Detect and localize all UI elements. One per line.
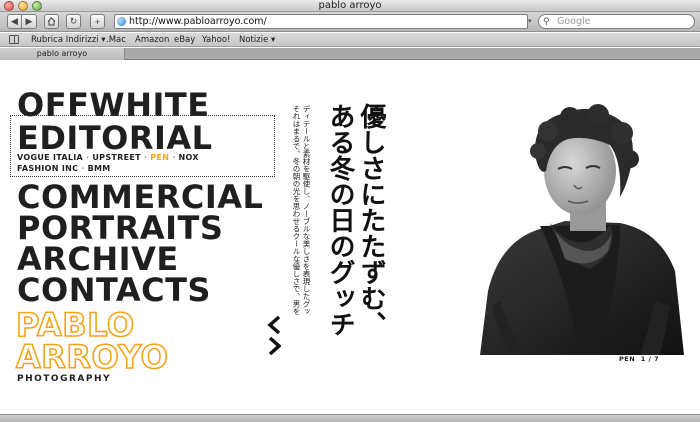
address-bar[interactable]: http://www.pabloarroyo.com/ (114, 14, 528, 29)
toolbar: ◀ ▶ ↻ + http://www.pabloarroyo.com/ ▾ ⚲ … (0, 12, 700, 32)
japanese-headline-1: 優しさにたたずむ、 (356, 103, 386, 337)
japanese-headline-2: ある冬の日のグッチ (325, 103, 355, 337)
back-arrow-icon: ◀ (11, 16, 18, 26)
sub-upstreet[interactable]: UPSTREET (92, 153, 141, 162)
bookmark-mac[interactable]: .Mac (106, 33, 126, 47)
address-dropdown-icon[interactable]: ▾ (528, 14, 536, 29)
page-indicator: PEN 1 / 7 (619, 355, 659, 363)
nav-contacts[interactable]: CONTACTS (17, 274, 211, 306)
japanese-body-2: それはまるで、冬の朝の光を思わせるクールな優しさで、男を心地よく包みこむ。 (292, 105, 301, 315)
sub-vogue-italia[interactable]: VOGUE ITALIA (17, 153, 83, 162)
sub-fashion-inc[interactable]: FASHION INC (17, 164, 78, 173)
web-content: OFFWHITE EDITORIAL VOGUE ITALIA · UPSTREET… (0, 61, 700, 414)
separator-dot: · (143, 153, 148, 162)
title-bar: pablo arroyo (0, 0, 700, 12)
plus-icon: + (94, 16, 101, 27)
reload-button[interactable]: ↻ (66, 14, 81, 29)
page-indicator-label: PEN (619, 355, 636, 363)
home-button[interactable] (44, 14, 59, 29)
reload-icon: ↻ (69, 16, 78, 26)
search-placeholder: Google (557, 16, 591, 27)
search-input[interactable]: ⚲ Google (538, 14, 695, 29)
sub-nox[interactable]: NOX (179, 153, 199, 162)
page-indicator-counter: 1 / 7 (640, 355, 660, 363)
home-icon (47, 17, 56, 26)
separator-dot: · (86, 153, 90, 162)
bookmark-amazon[interactable]: Amazon (135, 33, 169, 47)
portrait-photo (480, 104, 684, 355)
separator-dot: · (172, 153, 176, 162)
editorial-submenu-row-1: VOGUE ITALIA · UPSTREET · PEN · NOX (17, 153, 199, 162)
back-button[interactable]: ◀ (7, 14, 22, 29)
separator-dot: · (81, 164, 85, 173)
bookmarks-book-icon[interactable] (9, 35, 19, 44)
window-title: pablo arroyo (318, 0, 382, 11)
sub-bmm[interactable]: BMM (88, 164, 111, 173)
globe-icon (117, 17, 126, 26)
add-bookmark-button[interactable]: + (90, 14, 105, 29)
bookmark-notizie[interactable]: Notizie ▾ (239, 33, 275, 47)
url-text: http://www.pabloarroyo.com/ (129, 16, 267, 27)
nav-editorial[interactable]: EDITORIAL (17, 122, 213, 154)
brand-subtitle: PHOTOGRAPHY (17, 374, 111, 384)
brand-first-name: PABLO (15, 306, 135, 344)
forward-button[interactable]: ▶ (22, 14, 37, 29)
bookmark-ebay[interactable]: eBay (174, 33, 195, 47)
tab-pablo-arroyo[interactable]: pablo arroyo (0, 48, 125, 60)
forward-arrow-icon: ▶ (25, 16, 33, 26)
bookmark-rubrica[interactable]: Rubrica Indirizzi ▾ (31, 33, 106, 47)
japanese-body-1: ディテールと素材を駆使し、ノーブルな美しさを表現したグッチのコレクション。 (302, 105, 311, 315)
editorial-submenu-row-2: FASHION INC · BMM (17, 164, 111, 173)
status-bar (0, 414, 700, 422)
browser-window: pablo arroyo ◀ ▶ ↻ + http://www.pabloarr… (0, 0, 700, 422)
search-icon: ⚲ (543, 17, 550, 27)
sub-pen-active[interactable]: PEN (150, 153, 169, 162)
tab-bar: pablo arroyo (0, 48, 700, 60)
brand-last-name: ARROYO (15, 338, 169, 376)
bookmark-yahoo[interactable]: Yahoo! (202, 33, 230, 47)
prev-arrow-icon[interactable] (267, 316, 281, 356)
bookmarks-bar: Rubrica Indirizzi ▾ .Mac Amazon eBay Yah… (0, 33, 700, 47)
